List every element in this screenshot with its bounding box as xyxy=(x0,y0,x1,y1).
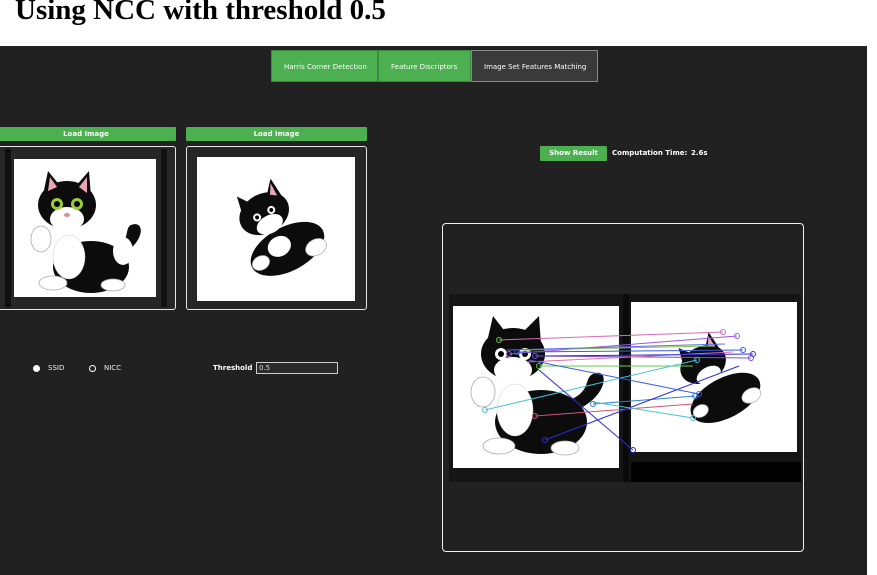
radio-unselected-icon xyxy=(89,364,96,372)
computation-time-label: Computation Time: xyxy=(612,149,688,157)
cat-image-2 xyxy=(197,157,355,301)
threshold-label: Threshold xyxy=(213,364,253,372)
computation-time-value: 2.6s xyxy=(691,149,708,157)
nicc-radio[interactable]: NICC xyxy=(89,364,121,372)
tab-feature-descriptors[interactable]: Feature Discriptors xyxy=(378,50,471,82)
threshold-input[interactable] xyxy=(256,362,338,374)
right-margin xyxy=(867,46,877,575)
app-window: Harris Corner Detection Feature Discript… xyxy=(0,46,867,575)
tab-harris-corner-detection[interactable]: Harris Corner Detection xyxy=(271,50,378,82)
cat-image-1 xyxy=(5,149,167,307)
image-panel-1 xyxy=(0,146,176,310)
ssid-label: SSID xyxy=(48,364,65,372)
show-result-button[interactable]: Show Result xyxy=(540,146,607,161)
tab-image-set-features-matching[interactable]: Image Set Features Matching xyxy=(471,50,598,82)
tab-bar: Harris Corner Detection Feature Discript… xyxy=(271,50,598,82)
nicc-label: NICC xyxy=(104,364,122,372)
result-panel xyxy=(442,223,804,552)
load-image-button-1[interactable]: Load Image xyxy=(0,127,176,141)
image-panel-2 xyxy=(186,146,367,310)
ssid-radio[interactable]: SSID xyxy=(33,364,64,372)
page-title: Using NCC with threshold 0.5 xyxy=(15,0,386,26)
radio-selected-icon xyxy=(33,364,40,372)
matches-image xyxy=(449,294,801,482)
load-image-button-2[interactable]: Load Image xyxy=(186,127,367,141)
